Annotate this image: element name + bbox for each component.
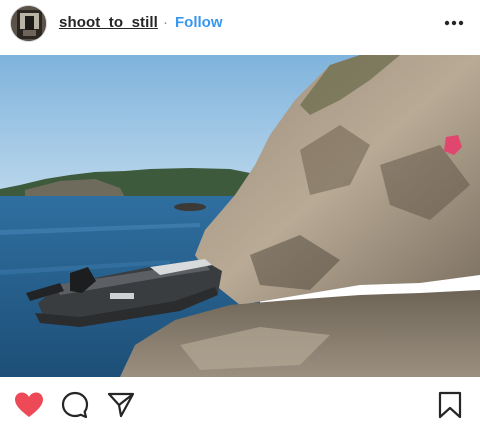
rock-in-water	[174, 203, 206, 211]
comment-icon[interactable]	[61, 391, 89, 419]
share-icon[interactable]	[107, 391, 135, 419]
heart-icon[interactable]	[14, 391, 44, 419]
separator-dot: ·	[163, 14, 168, 31]
more-options-icon[interactable]	[444, 20, 464, 26]
avatar[interactable]	[10, 5, 47, 42]
bookmark-icon[interactable]	[437, 391, 463, 419]
follow-button[interactable]: Follow	[175, 14, 223, 31]
username-link[interactable]: shoot_to_still	[59, 14, 158, 31]
post-photo[interactable]	[0, 55, 480, 377]
post-header: shoot_to_still · Follow	[0, 0, 480, 55]
action-bar	[0, 377, 480, 424]
